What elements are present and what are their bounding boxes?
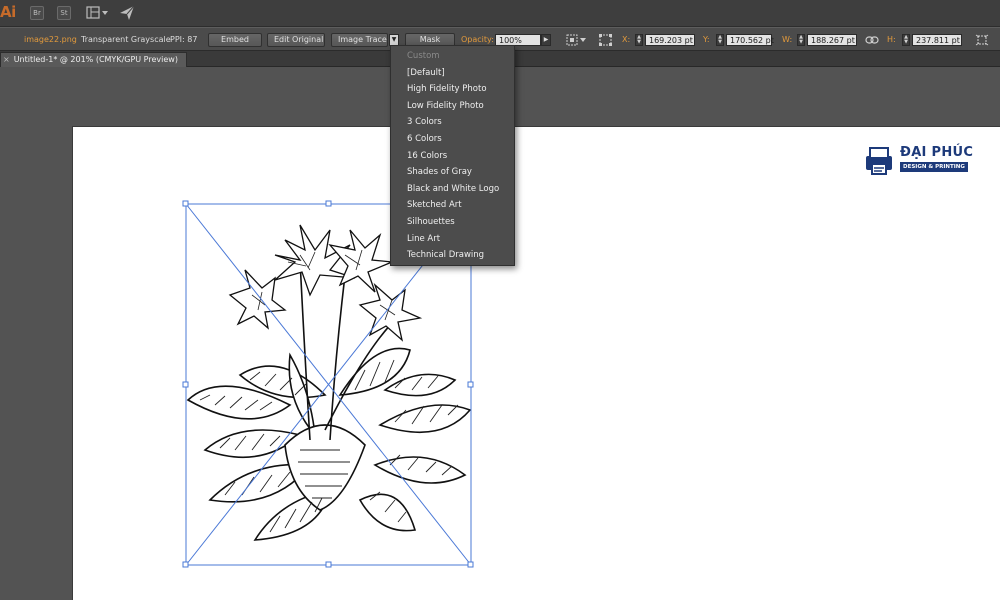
trace-preset-item[interactable]: Black and White Logo (391, 181, 514, 198)
image-trace-preset-menu[interactable]: Custom [Default] High Fidelity Photo Low Fi… (390, 45, 515, 266)
link-constrain-icon[interactable] (865, 35, 879, 45)
w-stepper-icon[interactable]: ▲ ▼ (797, 34, 805, 46)
trace-preset-item[interactable]: 16 Colors (391, 148, 514, 165)
trace-preset-item: Custom (407, 51, 440, 61)
panel-options-icon[interactable] (975, 34, 989, 46)
linked-file-name[interactable]: image22.png (24, 28, 77, 52)
edit-original-button[interactable]: Edit Original (267, 33, 325, 47)
image-trace-button[interactable]: Image Trace (331, 33, 388, 47)
trace-preset-item[interactable]: 3 Colors (391, 114, 514, 131)
trace-preset-item[interactable]: Silhouettes (391, 214, 514, 231)
width-field[interactable]: 188.267 pt (807, 34, 857, 46)
stock-button[interactable]: St (57, 6, 71, 20)
trace-preset-item[interactable]: 6 Colors (391, 131, 514, 148)
printer-icon (866, 147, 892, 175)
trace-preset-item[interactable]: [Default] (391, 65, 514, 82)
transform-icon[interactable] (598, 33, 614, 47)
brand-name: ĐẠI PHÚC (900, 145, 974, 160)
send-icon[interactable] (119, 5, 135, 21)
y-field[interactable]: 170.562 pt (726, 34, 774, 46)
trace-preset-item[interactable]: Sketched Art (391, 197, 514, 214)
trace-preset-item[interactable]: Line Art (391, 231, 514, 248)
align-icon[interactable] (566, 34, 588, 46)
opacity-arrow-icon[interactable]: ▶ (541, 34, 551, 46)
x-label: X: (622, 35, 631, 44)
h-label: H: (887, 35, 896, 44)
application-bar: Ai Br St (0, 0, 1000, 27)
trace-preset-item[interactable]: Shades of Gray (391, 164, 514, 181)
document-tab[interactable]: × Untitled-1* @ 201% (CMYK/GPU Preview) (0, 52, 187, 67)
x-stepper-icon[interactable]: ▲ ▼ (635, 34, 643, 46)
h-stepper-icon[interactable]: ▲ ▼ (902, 34, 910, 46)
x-field[interactable]: 169.203 pt (645, 34, 695, 46)
y-label: Y: (703, 35, 710, 44)
trace-preset-item[interactable]: Low Fidelity Photo (391, 98, 514, 115)
height-field[interactable]: 237.811 pt (912, 34, 962, 46)
bridge-button[interactable]: Br (30, 6, 44, 20)
w-label: W: (782, 35, 793, 44)
trace-preset-item[interactable]: Technical Drawing (391, 247, 514, 264)
y-stepper-icon[interactable]: ▲ ▼ (716, 34, 724, 46)
ppi-label: PPI: 87 (170, 35, 198, 44)
color-mode-label: Transparent Grayscale (81, 35, 171, 44)
brand-tagline: DESIGN & PRINTING (900, 162, 968, 172)
workspace-switcher-icon[interactable] (86, 6, 110, 20)
close-tab-icon[interactable]: × (3, 55, 10, 64)
brand-logo: ĐẠI PHÚC DESIGN & PRINTING (864, 144, 974, 178)
trace-preset-item[interactable]: High Fidelity Photo (391, 81, 514, 98)
illustrator-logo: Ai (0, 3, 16, 21)
embed-button[interactable]: Embed (208, 33, 262, 47)
document-tab-title: Untitled-1* @ 201% (CMYK/GPU Preview) (13, 55, 178, 64)
